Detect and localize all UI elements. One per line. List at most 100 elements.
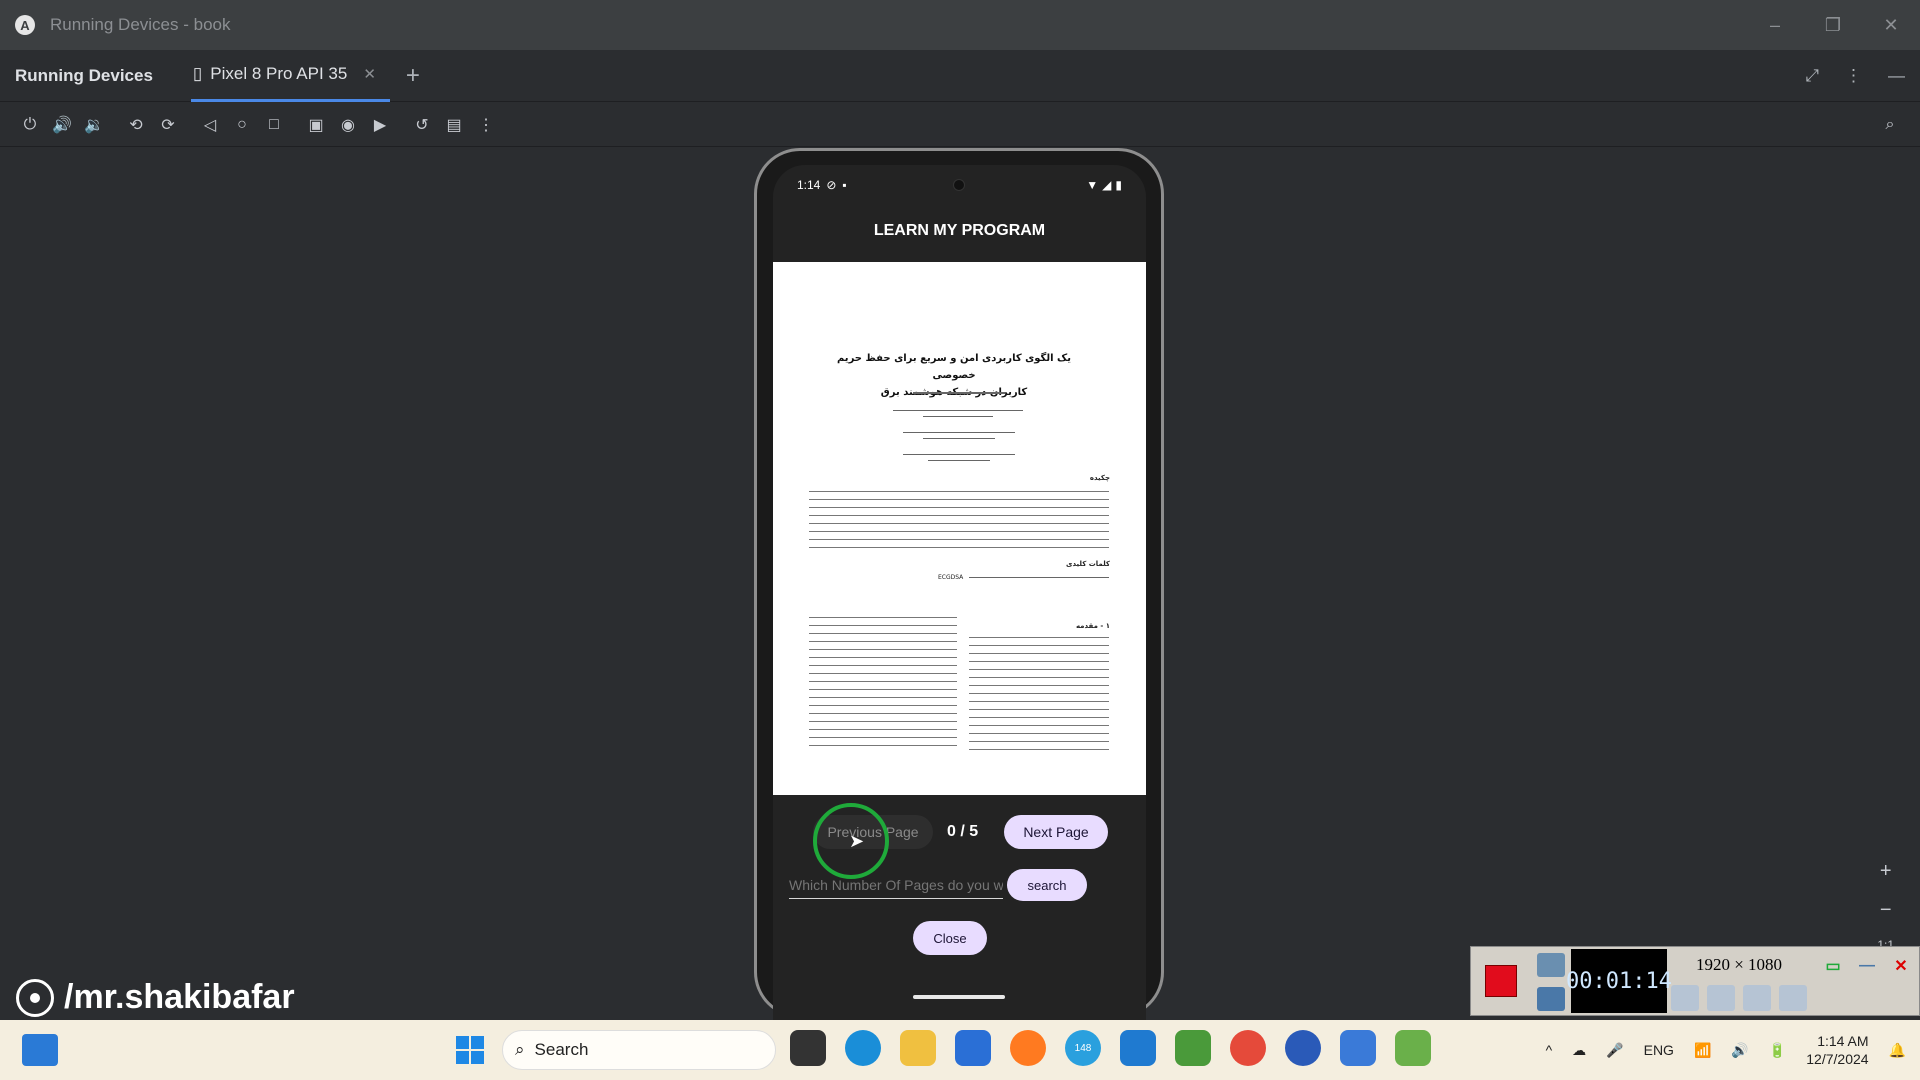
affiliation-line <box>923 438 995 439</box>
keywords-heading: کلمات کلیدی <box>1066 560 1110 568</box>
close-button[interactable]: Close <box>913 921 987 955</box>
chrome-icon[interactable] <box>1230 1030 1266 1066</box>
zoom-in-icon[interactable]: + <box>1880 860 1892 883</box>
display-settings-icon[interactable]: ▤ <box>438 109 470 141</box>
authors-line <box>913 392 1005 394</box>
intro-column-left <box>809 614 957 752</box>
abstract-text <box>809 488 1109 548</box>
speaker-icon[interactable] <box>1671 985 1699 1011</box>
options-icon[interactable]: ⋮ <box>1845 66 1862 86</box>
recording-timer: 00:01:14 <box>1566 949 1672 1013</box>
zoom-out-icon[interactable]: − <box>1880 899 1892 922</box>
language-indicator[interactable]: ENG <box>1644 1042 1674 1058</box>
inspect-icon[interactable]: ⌕ <box>1874 109 1906 141</box>
recording-resolution: 1920 × 1080 <box>1695 955 1783 974</box>
camera-cutout <box>953 179 965 191</box>
webcam-icon[interactable] <box>1743 985 1771 1011</box>
intro-column-right <box>969 634 1109 752</box>
taskbar-search[interactable]: ⌕ Search <box>502 1030 776 1070</box>
affiliation-line <box>903 432 1015 433</box>
affiliation-line <box>923 416 993 417</box>
status-time: 1:14 <box>797 178 821 192</box>
window-title: Running Devices - book <box>50 15 231 34</box>
taskbar-search-label: Search <box>534 1040 589 1059</box>
task-view-icon[interactable] <box>790 1030 826 1066</box>
store-icon[interactable] <box>955 1030 991 1066</box>
camera-icon[interactable] <box>1537 953 1565 977</box>
battery-icon: ▮ <box>1115 178 1122 192</box>
wifi-tray-icon[interactable]: 📶 <box>1694 1042 1711 1059</box>
widgets-icon[interactable] <box>22 1034 58 1066</box>
home-indicator[interactable] <box>913 995 1005 999</box>
file-explorer-icon[interactable] <box>900 1030 936 1066</box>
screenshot-icon[interactable]: ◉ <box>332 109 364 141</box>
keywords-line <box>969 577 1109 578</box>
affiliation-line <box>928 460 990 461</box>
close-window-button[interactable]: ✕ <box>1862 0 1920 50</box>
layers-app-icon[interactable] <box>1175 1030 1211 1066</box>
recorder-minimize-icon[interactable]: — <box>1853 953 1881 979</box>
page-number-input[interactable] <box>789 871 1003 899</box>
stop-recording-button[interactable] <box>1485 965 1517 997</box>
watermark-text: /mr.shakibafar <box>64 978 295 1016</box>
page-search-row: search <box>773 863 1146 907</box>
device-frame: 1:14 ⊘ ▪ ▼ ◢ ▮ LEARN MY PROGRAM یک الگوی… <box>754 148 1164 1020</box>
system-clock[interactable]: 1:14 AM 12/7/2024 <box>1806 1032 1868 1068</box>
signal-icon: ◢ <box>1102 178 1112 192</box>
film-reel-icon <box>16 978 54 1017</box>
record-icon[interactable]: ▶ <box>364 109 396 141</box>
rotate-right-icon[interactable]: ⟳ <box>152 109 184 141</box>
device-screen[interactable]: 1:14 ⊘ ▪ ▼ ◢ ▮ LEARN MY PROGRAM یک الگوی… <box>773 165 1146 1020</box>
add-tab-icon[interactable]: + <box>406 62 420 90</box>
vscode-icon[interactable] <box>1120 1030 1156 1066</box>
volume-tray-icon[interactable]: 🔊 <box>1731 1042 1748 1059</box>
window-titlebar: A Running Devices - book – ❐ ✕ <box>0 0 1920 50</box>
hide-panel-icon[interactable]: — <box>1888 66 1905 86</box>
search-button[interactable]: search <box>1007 869 1087 901</box>
home-icon[interactable]: ○ <box>226 109 258 141</box>
android-studio-taskbar-icon[interactable] <box>1340 1030 1376 1066</box>
more-icon[interactable]: ⋮ <box>470 109 502 141</box>
telegram-icon[interactable]: 148 <box>1065 1030 1101 1066</box>
keywords-text: ECGDSA <box>938 574 964 581</box>
volume-down-icon[interactable]: 🔉 <box>78 109 110 141</box>
pdf-page-view[interactable]: یک الگوی کاربردی امن و سریع برای حفظ حری… <box>773 262 1146 795</box>
device-toolbar: ⏻ 🔊 🔉 ⟲ ⟳ ◁ ○ □ ▣ ◉ ▶ ↺ ▤ ⋮ ⌕ <box>0 103 1920 147</box>
power-icon[interactable]: ⏻ <box>14 109 46 141</box>
volume-up-icon[interactable]: 🔊 <box>46 109 78 141</box>
do-not-disturb-icon: ⊘ <box>826 178 837 192</box>
battery-tray-icon[interactable]: 🔋 <box>1769 1042 1786 1059</box>
device-icon: ▯ <box>192 64 203 83</box>
microphone-tray-icon[interactable]: 🎤 <box>1606 1042 1623 1059</box>
cursor-icon[interactable] <box>1779 985 1807 1011</box>
wifi-icon: ▼ <box>1086 178 1099 192</box>
rotate-left-icon[interactable]: ⟲ <box>120 109 152 141</box>
restore-button[interactable]: ❐ <box>1804 0 1862 50</box>
device-frame-icon[interactable]: ▣ <box>300 109 332 141</box>
mouse-cursor-icon: ➤ <box>849 831 865 851</box>
microphone-icon[interactable] <box>1707 985 1735 1011</box>
pagination-bar: Previous Page ➤ 0 / 5 Next Page <box>773 803 1146 879</box>
chevron-up-icon[interactable]: ^ <box>1546 1042 1553 1058</box>
sync-app-icon[interactable] <box>1285 1030 1321 1066</box>
next-page-button[interactable]: Next Page <box>1004 815 1108 849</box>
pause-icon[interactable] <box>1537 987 1565 1011</box>
recorder-close-icon[interactable]: ✕ <box>1887 953 1915 979</box>
back-icon[interactable]: ◁ <box>194 109 226 141</box>
start-icon[interactable] <box>456 1036 484 1064</box>
notification-bell-icon[interactable]: 🔔 <box>1889 1042 1906 1059</box>
tab-device-label: Pixel 8 Pro API 35 <box>210 64 348 83</box>
firefox-icon[interactable] <box>1010 1030 1046 1066</box>
minimize-button[interactable]: – <box>1746 0 1804 50</box>
notepad-icon[interactable] <box>1395 1030 1431 1066</box>
search-icon: ⌕ <box>515 1040 525 1059</box>
expand-icon[interactable]: ⤢ <box>1805 66 1819 86</box>
reset-icon[interactable]: ↺ <box>406 109 438 141</box>
edge-icon[interactable] <box>845 1030 881 1066</box>
close-tab-icon[interactable]: ✕ <box>363 65 376 83</box>
cloud-icon[interactable]: ☁ <box>1572 1042 1586 1059</box>
tab-device[interactable]: ▯ Pixel 8 Pro API 35 ✕ <box>190 50 390 102</box>
recorder-window-icon[interactable]: ▭ <box>1819 953 1847 979</box>
notification-icon: ▪ <box>842 178 847 192</box>
overview-icon[interactable]: □ <box>258 109 290 141</box>
